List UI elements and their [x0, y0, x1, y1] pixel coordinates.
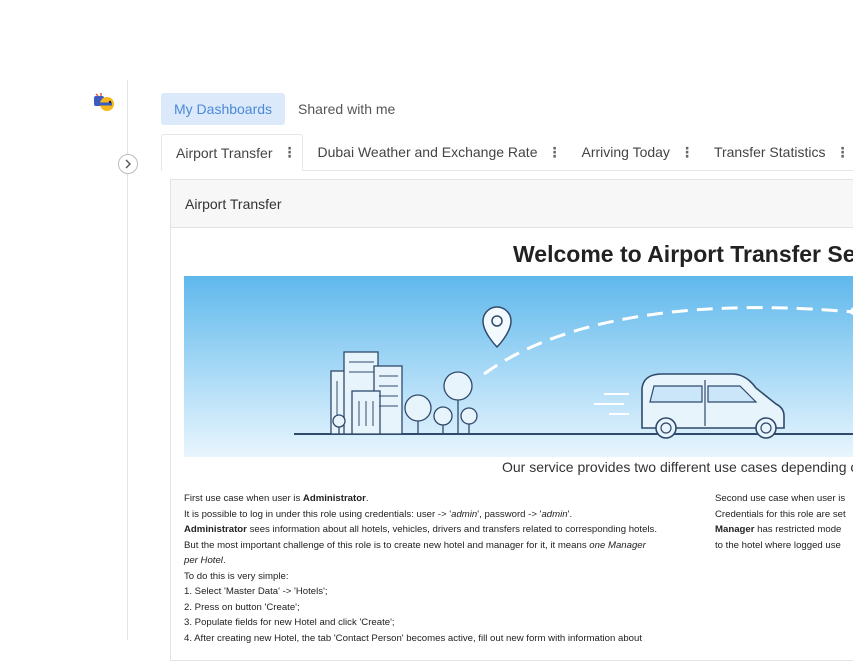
text-line: But the most important challenge of this…: [184, 539, 646, 551]
tab-my-dashboards[interactable]: My Dashboards: [161, 93, 286, 125]
text-line: 1. Select 'Master Data' -> 'Hotels';: [184, 586, 328, 597]
tab-label: Transfer Statistics: [713, 144, 826, 160]
tab-arriving-today[interactable]: Arriving Today ⋮: [567, 134, 699, 170]
banner-subtitle: Our service provides two different use c…: [502, 459, 853, 475]
welcome-heading: Welcome to Airport Transfer Ser: [513, 241, 853, 267]
more-vertical-icon[interactable]: ⋮: [835, 144, 849, 161]
dashboard-scope-tabs: My Dashboards Shared with me: [161, 93, 408, 125]
text-line: Credentials for this role are set: [715, 508, 846, 520]
more-vertical-icon[interactable]: ⋮: [282, 144, 296, 161]
text-line: to the hotel where logged use: [715, 539, 841, 551]
tab-label: Airport Transfer: [176, 144, 273, 161]
tab-dubai-weather[interactable]: Dubai Weather and Exchange Rate ⋮: [303, 134, 567, 170]
app-logo-icon: [92, 92, 116, 114]
text-line: Manager has restricted mode: [715, 524, 842, 535]
text-line: 4. After creating new Hotel, the tab 'Co…: [184, 632, 642, 644]
dashboard-tabs: Airport Transfer ⋮ Dubai Weather and Exc…: [161, 134, 853, 171]
text-line: To do this is very simple:: [184, 570, 289, 582]
tab-airport-transfer[interactable]: Airport Transfer ⋮: [161, 134, 304, 171]
text-line: It is possible to log in under this role…: [184, 508, 573, 520]
widget-title: Airport Transfer: [171, 180, 853, 228]
more-vertical-icon[interactable]: ⋮: [547, 144, 561, 161]
more-vertical-icon[interactable]: ⋮: [680, 144, 694, 161]
text-line: Second use case when user is: [715, 493, 846, 504]
tab-label: Arriving Today: [581, 144, 670, 160]
text-line: Administrator sees information about all…: [184, 524, 657, 535]
tab-label: Dubai Weather and Exchange Rate: [317, 144, 538, 160]
text-line: 2. Press on button 'Create';: [184, 601, 300, 613]
text-line: 3. Populate fields for new Hotel and cli…: [184, 617, 395, 628]
administrator-use-case-text: First use case when user is Administrato…: [184, 491, 704, 646]
manager-use-case-text: Second use case when user is Credentials…: [715, 491, 853, 553]
tab-transfer-statistics[interactable]: Transfer Statistics ⋮: [700, 134, 853, 170]
tab-shared-with-me[interactable]: Shared with me: [285, 93, 408, 125]
banner-illustration: [184, 276, 853, 457]
expand-sidebar-button[interactable]: [118, 154, 138, 174]
text-line: per Hotel.: [184, 555, 226, 566]
dashboard-widget-panel: Airport Transfer Welcome to Airport Tran…: [170, 179, 853, 661]
text-line: First use case when user is Administrato…: [184, 493, 369, 504]
chevron-right-icon: [125, 159, 131, 169]
